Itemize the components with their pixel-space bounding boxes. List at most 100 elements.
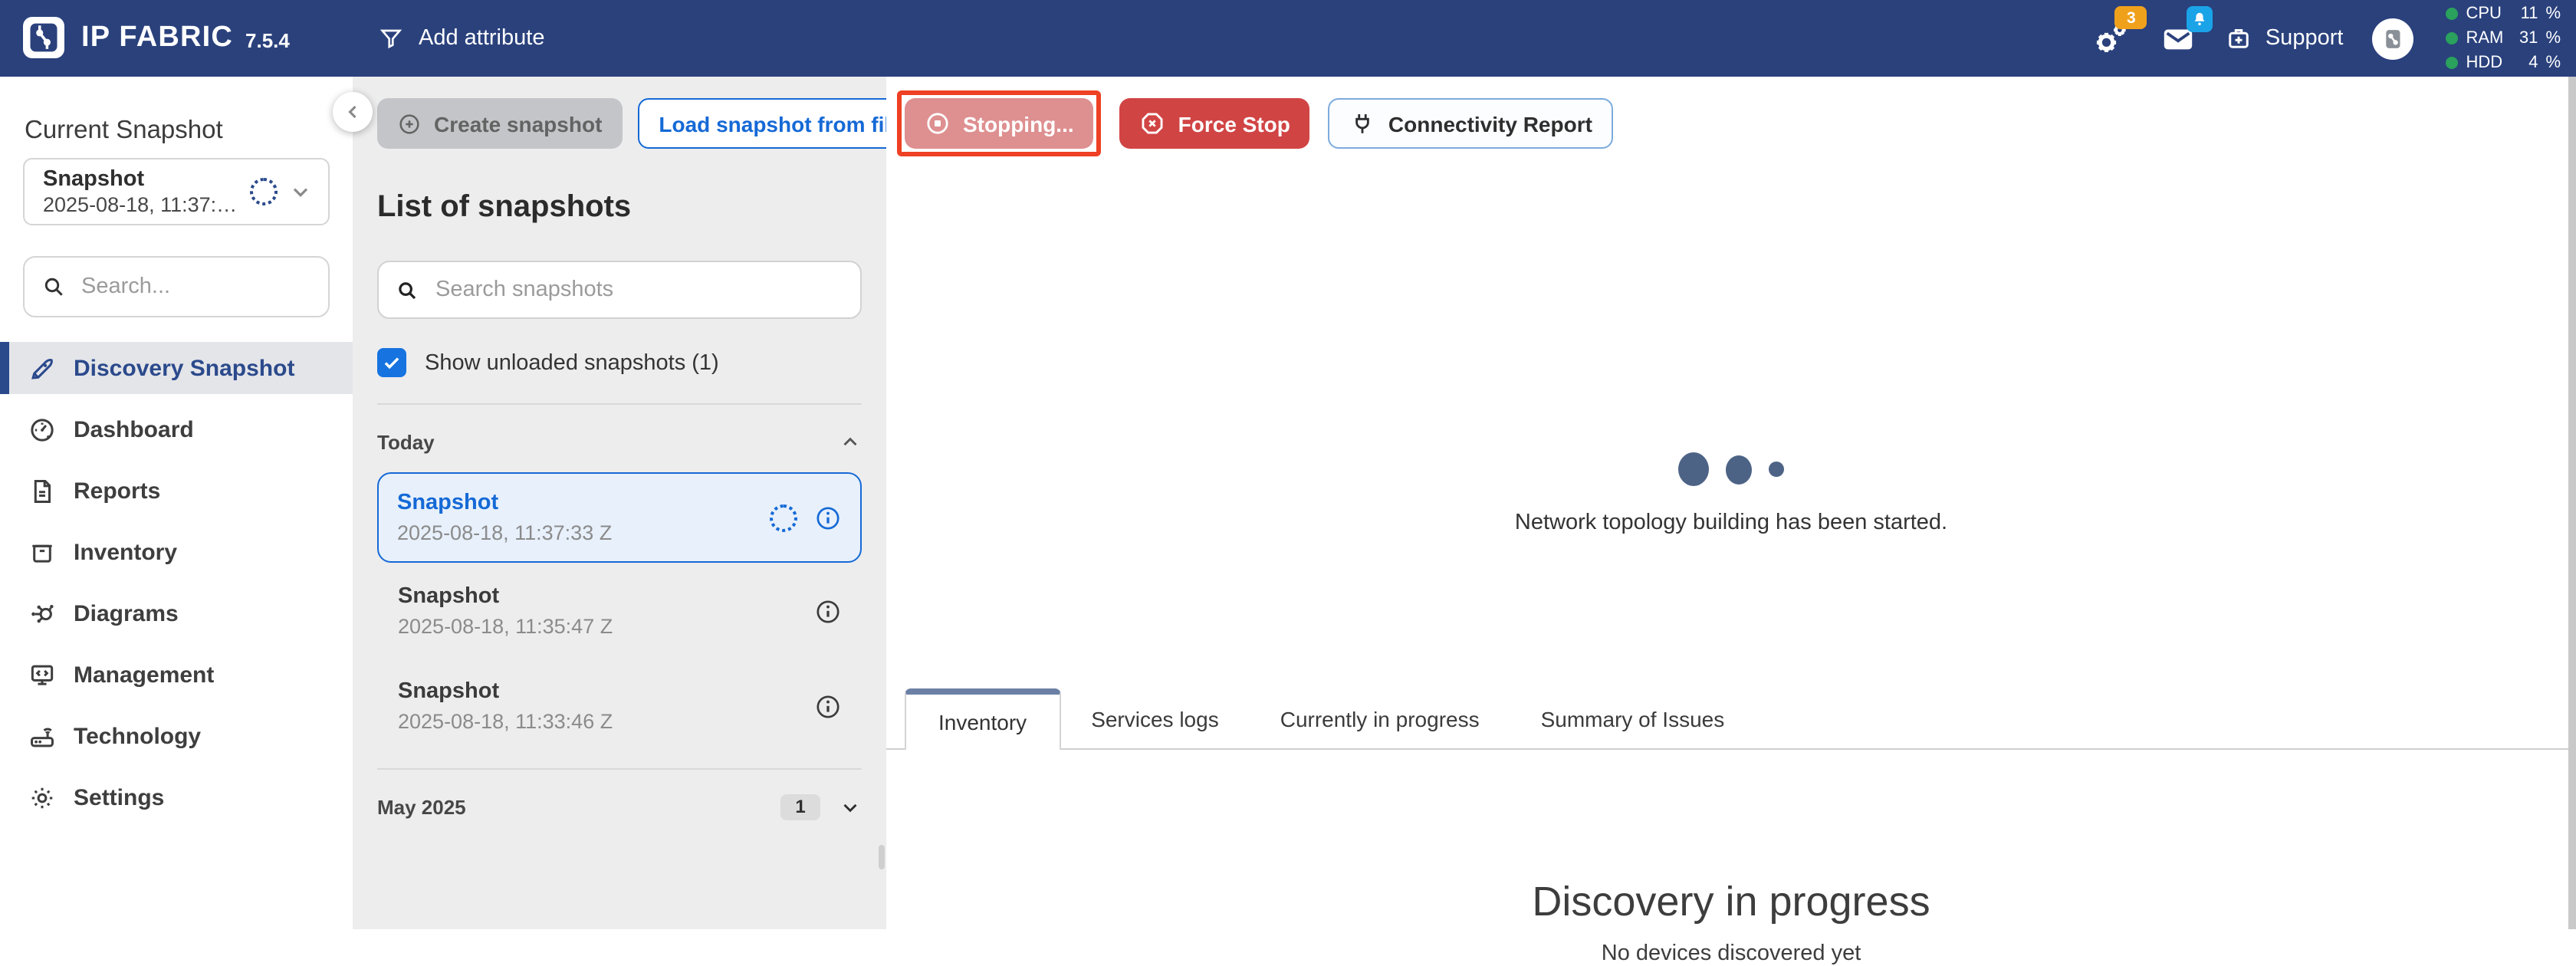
cpu-stat: CPU 11 % xyxy=(2446,2,2561,25)
snapshot-item-name: Snapshot xyxy=(398,676,613,707)
sidebar-item-label: Inventory xyxy=(74,539,177,565)
snapshot-item-text: Snapshot 2025-08-18, 11:33:46 Z xyxy=(398,676,613,736)
messages-button[interactable] xyxy=(2161,21,2196,56)
brand-name: IP FABRIC xyxy=(81,21,233,54)
chevron-down-icon xyxy=(839,795,862,818)
create-snapshot-label: Create snapshot xyxy=(434,111,602,136)
sidebar-item-label: Settings xyxy=(74,784,164,810)
group-may-2025[interactable]: May 2025 1 xyxy=(377,787,862,826)
force-stop-label: Force Stop xyxy=(1178,111,1290,136)
octagon-x-icon xyxy=(1140,110,1166,136)
ram-status-dot xyxy=(2446,32,2458,44)
filter-funnel-icon xyxy=(379,26,403,51)
router-icon xyxy=(28,721,57,751)
discovery-actions: Stopping... Force Stop Connectivity Repo… xyxy=(897,90,1614,156)
sidebar-item-diagrams[interactable]: Diagrams xyxy=(0,587,353,639)
stopping-button[interactable]: Stopping... xyxy=(905,98,1094,149)
main-content: Stopping... Force Stop Connectivity Repo… xyxy=(886,77,2576,929)
snapshot-item-date: 2025-08-18, 11:33:46 Z xyxy=(398,707,613,736)
user-avatar[interactable] xyxy=(2372,18,2413,59)
snapshots-search-input[interactable] xyxy=(432,276,843,304)
bell-notification-badge xyxy=(2187,5,2213,31)
system-settings-button[interactable]: 3 xyxy=(2092,18,2132,58)
search-icon xyxy=(41,274,66,299)
snapshots-search xyxy=(377,261,862,319)
sidebar-item-discovery-snapshot[interactable]: Discovery Snapshot xyxy=(0,342,353,394)
ram-label: RAM xyxy=(2466,27,2507,50)
tab-summary-of-issues[interactable]: Summary of Issues xyxy=(1510,688,1756,748)
tab-services-logs[interactable]: Services logs xyxy=(1060,688,1250,748)
page-scrollbar[interactable] xyxy=(2568,77,2576,929)
gauge-icon xyxy=(28,415,57,444)
settings-notification-badge: 3 xyxy=(2115,6,2147,29)
search-icon xyxy=(396,278,419,301)
group-may-label: May 2025 xyxy=(377,795,466,818)
divider xyxy=(377,403,862,405)
panel-scrollbar-thumb[interactable] xyxy=(879,845,885,869)
sidebar-item-label: Technology xyxy=(74,723,201,749)
info-icon[interactable] xyxy=(813,692,841,720)
stopping-label: Stopping... xyxy=(963,111,1074,136)
info-icon[interactable] xyxy=(813,597,841,625)
sidebar-item-inventory[interactable]: Inventory xyxy=(0,526,353,578)
show-unloaded-label: Show unloaded snapshots (1) xyxy=(425,350,719,375)
ram-value: 31 xyxy=(2515,27,2538,50)
first-aid-kit-icon xyxy=(2226,25,2253,52)
snapshot-selector-text: Snapshot 2025-08-18, 11:37:… xyxy=(43,166,239,217)
show-unloaded-checkbox[interactable] xyxy=(377,348,406,377)
sidebar-nav: Discovery Snapshot Dashboard Reports Inv… xyxy=(0,342,353,823)
monitor-code-icon xyxy=(28,660,57,689)
create-snapshot-button[interactable]: Create snapshot xyxy=(377,98,622,149)
sidebar: Current Snapshot Snapshot 2025-08-18, 11… xyxy=(0,77,353,929)
sidebar-item-management[interactable]: Management xyxy=(0,649,353,701)
load-snapshot-button[interactable]: Load snapshot from file xyxy=(637,98,923,149)
snapshot-item[interactable]: Snapshot 2025-08-18, 11:33:46 Z xyxy=(377,658,862,753)
hdd-stat: HDD 4 % xyxy=(2446,51,2561,74)
sidebar-item-settings[interactable]: Settings xyxy=(0,771,353,823)
sidebar-item-technology[interactable]: Technology xyxy=(0,710,353,762)
snapshot-item-text: Snapshot 2025-08-18, 11:35:47 Z xyxy=(398,581,613,641)
snapshot-selector-date: 2025-08-18, 11:37:… xyxy=(43,192,239,217)
show-unloaded-row[interactable]: Show unloaded snapshots (1) xyxy=(377,348,862,377)
cpu-unit: % xyxy=(2545,2,2561,25)
cpu-status-dot xyxy=(2446,8,2458,20)
hdd-label: HDD xyxy=(2466,51,2507,74)
group-count-badge: 1 xyxy=(780,794,820,820)
snapshot-item-text: Snapshot 2025-08-18, 11:37:33 Z xyxy=(397,488,612,547)
status-message: Network topology building has been start… xyxy=(886,511,2576,535)
snapshot-item-date: 2025-08-18, 11:37:33 Z xyxy=(397,518,612,547)
sidebar-collapse-button[interactable] xyxy=(333,92,373,132)
sidebar-item-label: Management xyxy=(74,662,214,688)
network-graph-icon xyxy=(28,599,57,628)
tab-inventory[interactable]: Inventory xyxy=(905,688,1060,750)
sidebar-item-reports[interactable]: Reports xyxy=(0,465,353,517)
sidebar-item-dashboard[interactable]: Dashboard xyxy=(0,403,353,455)
force-stop-button[interactable]: Force Stop xyxy=(1120,98,1310,149)
connectivity-report-button[interactable]: Connectivity Report xyxy=(1329,98,1614,149)
current-snapshot-label: Current Snapshot xyxy=(25,117,353,146)
cpu-value: 11 xyxy=(2515,2,2538,25)
loading-dots xyxy=(1678,452,1784,486)
snapshot-item[interactable]: Snapshot 2025-08-18, 11:35:47 Z xyxy=(377,563,862,658)
divider xyxy=(377,768,862,770)
sidebar-item-label: Discovery Snapshot xyxy=(74,355,294,381)
plug-icon xyxy=(1350,110,1376,136)
snapshot-item-date: 2025-08-18, 11:35:47 Z xyxy=(398,612,613,641)
loading-dot xyxy=(1769,462,1784,477)
tab-currently-in-progress[interactable]: Currently in progress xyxy=(1250,688,1510,748)
hdd-unit: % xyxy=(2545,51,2561,74)
support-button[interactable]: Support xyxy=(2226,25,2344,52)
loading-dot xyxy=(1678,452,1709,486)
sidebar-search-input[interactable] xyxy=(78,273,311,301)
system-stats: CPU 11 % RAM 31 % HDD 4 % xyxy=(2446,2,2561,74)
snapshot-selector[interactable]: Snapshot 2025-08-18, 11:37:… xyxy=(23,158,330,225)
tab-label: Currently in progress xyxy=(1280,706,1480,731)
group-today[interactable]: Today xyxy=(377,422,862,462)
ipfabric-logo-icon xyxy=(23,17,64,58)
info-icon[interactable] xyxy=(814,504,842,531)
gear-icon xyxy=(28,783,57,812)
snapshot-item-selected[interactable]: Snapshot 2025-08-18, 11:37:33 Z xyxy=(377,472,862,563)
add-attribute-button[interactable]: Add attribute xyxy=(379,0,544,77)
document-icon xyxy=(28,476,57,505)
topbar: IP FABRIC 7.5.4 Add attribute 3 xyxy=(0,0,2576,77)
